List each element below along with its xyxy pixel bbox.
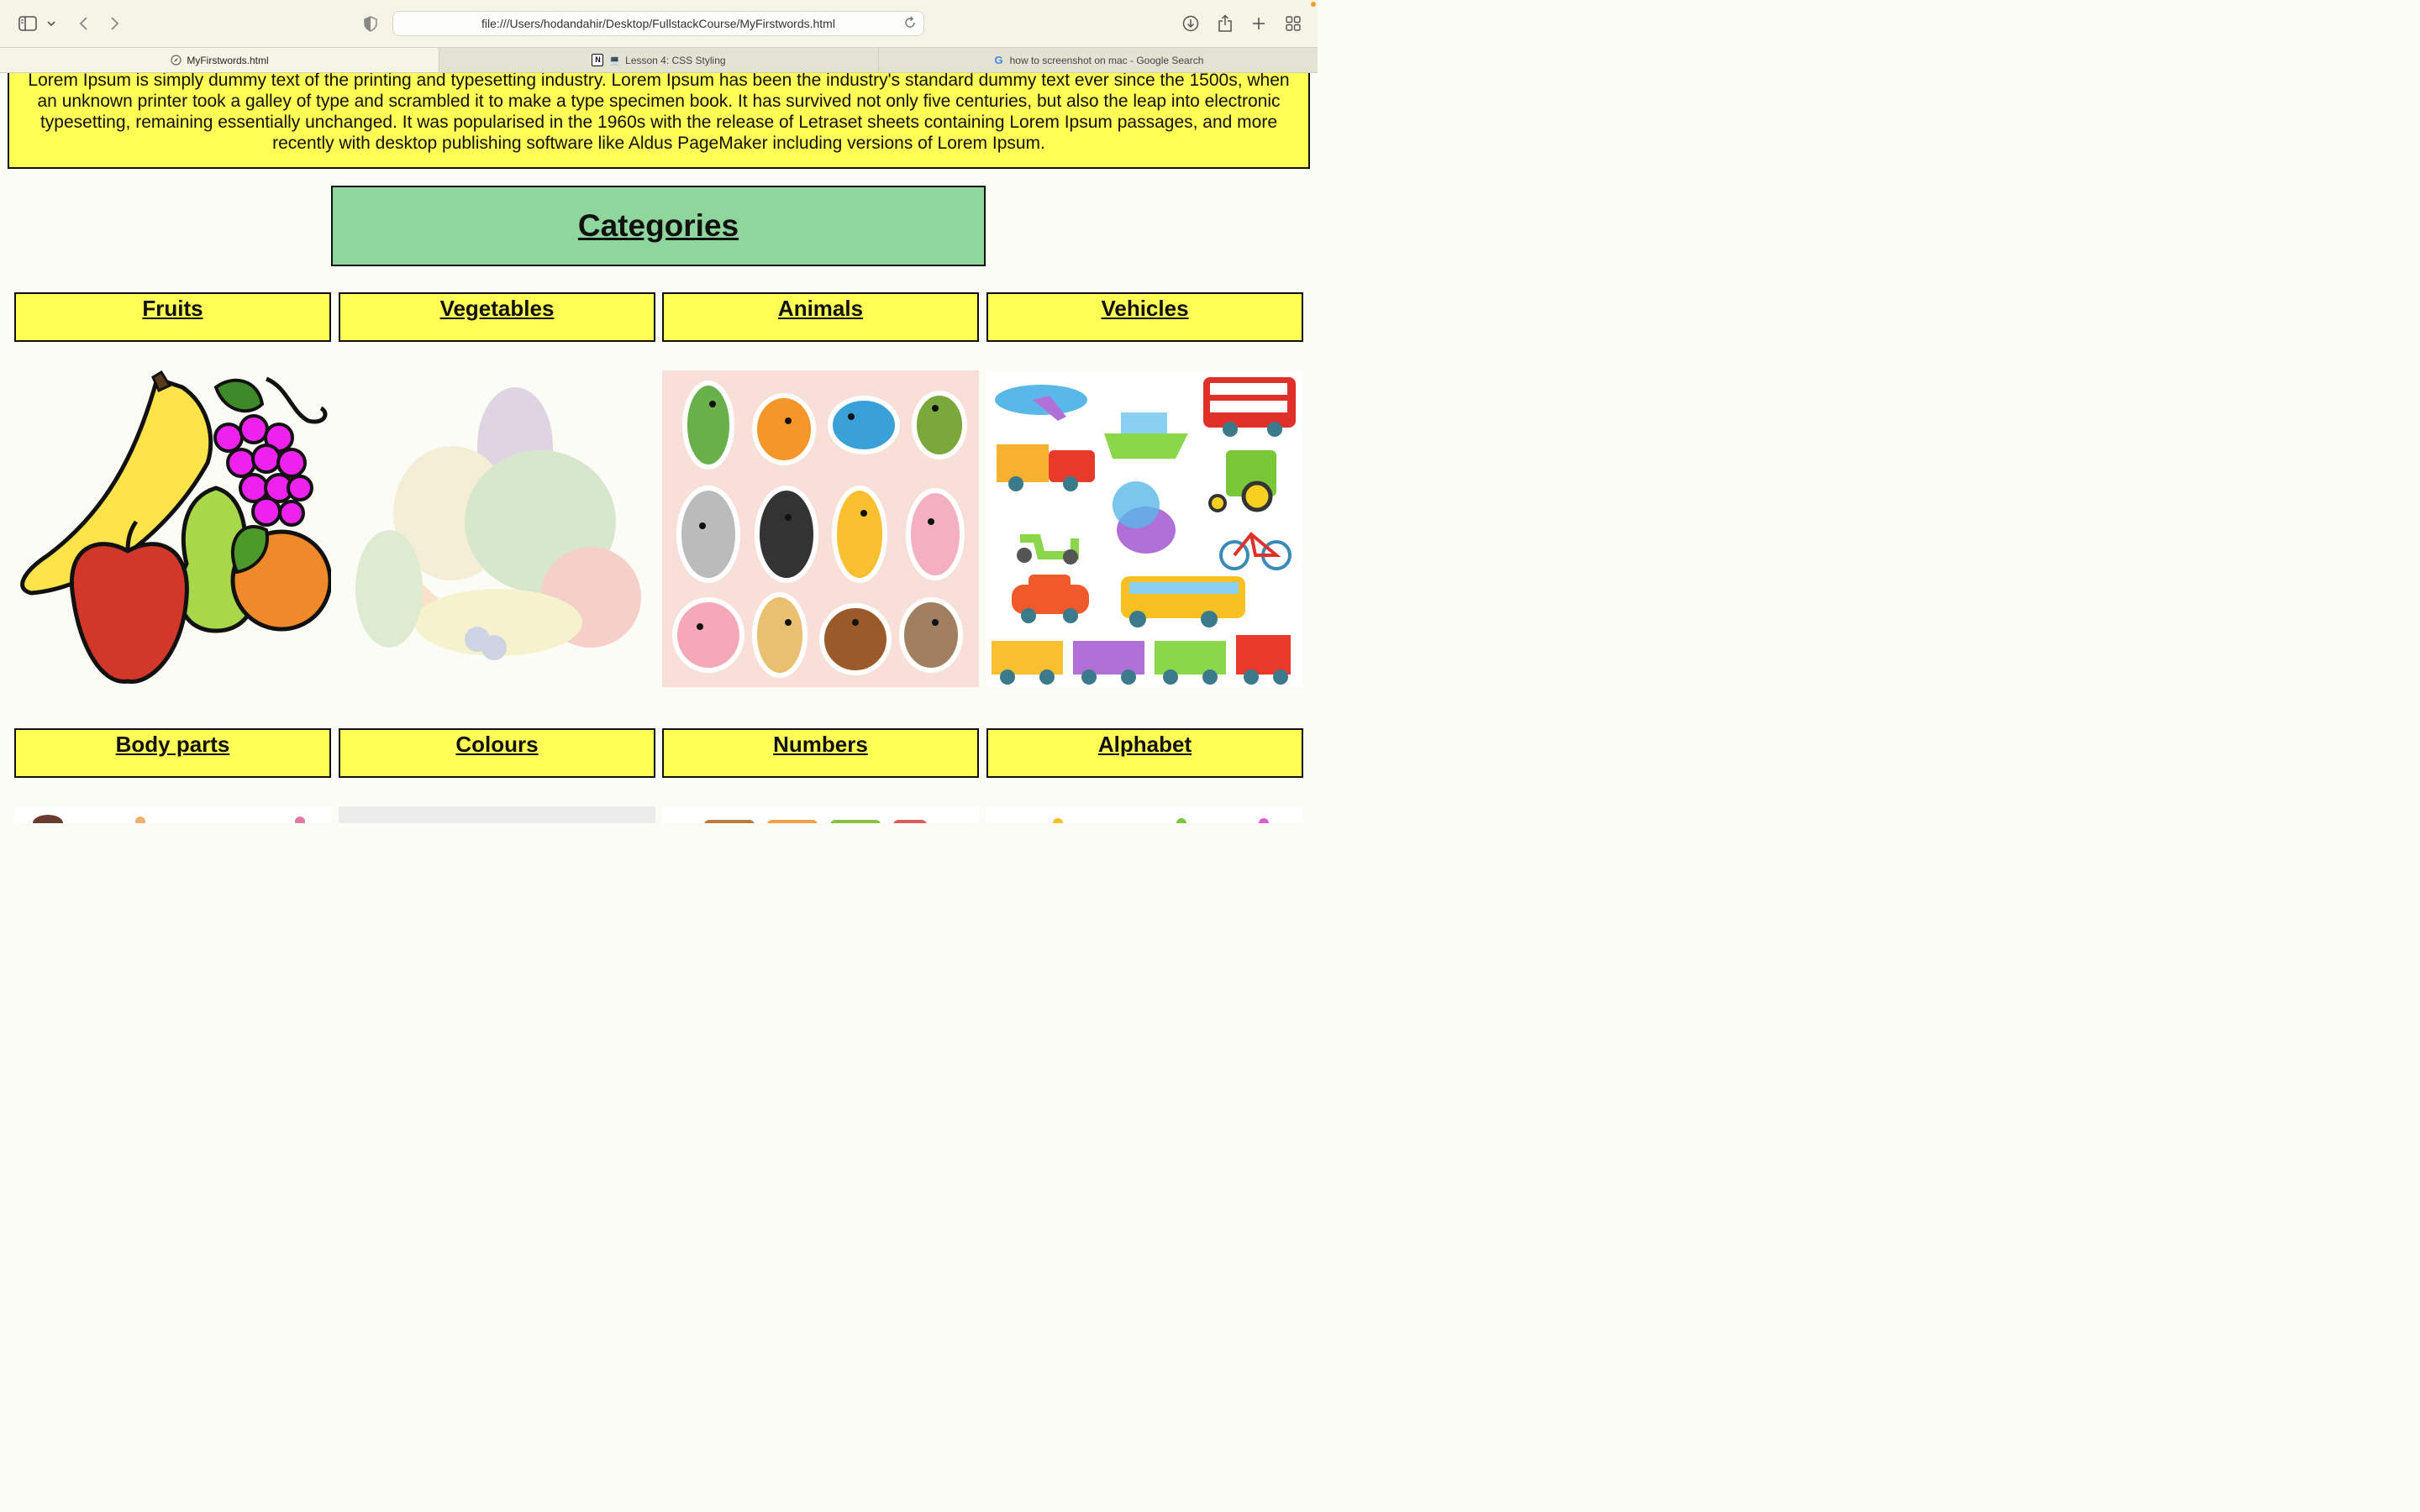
downloads-icon[interactable]: [1179, 12, 1202, 35]
new-tab-plus-icon[interactable]: [1247, 12, 1270, 35]
alphabet-image: [986, 806, 1303, 823]
body-parts-image: [14, 806, 331, 823]
forward-arrow-icon[interactable]: [103, 12, 127, 35]
sidebar-toggle-icon[interactable]: [16, 12, 39, 35]
tab-label: MyFirstwords.html: [187, 54, 269, 66]
tab-bar: MyFirstwords.html N 💻 Lesson 4: CSS Styl…: [0, 47, 1318, 73]
fruits-link[interactable]: Fruits: [142, 296, 203, 321]
reload-icon[interactable]: [903, 16, 917, 32]
categories-heading: Categories: [577, 208, 739, 243]
address-bar[interactable]: file:///Users/hodandahir/Desktop/Fullsta…: [392, 11, 924, 36]
google-icon: G: [994, 54, 1003, 66]
body-parts-link[interactable]: Body parts: [116, 732, 230, 757]
category-numbers: Numbers: [662, 728, 979, 778]
alphabet-link[interactable]: Alphabet: [1098, 732, 1192, 757]
url-text: file:///Users/hodandahir/Desktop/Fullsta…: [481, 17, 835, 30]
vegetables-image: [339, 370, 655, 687]
category-vegetables: Vegetables: [339, 292, 655, 342]
notion-icon: N: [592, 54, 604, 66]
category-colours: Colours: [339, 728, 655, 778]
animals-link[interactable]: Animals: [778, 296, 863, 321]
colours-image: [339, 806, 655, 823]
fruits-image: [14, 370, 331, 687]
browser-toolbar: file:///Users/hodandahir/Desktop/Fullsta…: [0, 0, 1318, 47]
category-alphabet: Alphabet: [986, 728, 1303, 778]
category-animals: Animals: [662, 292, 979, 342]
intro-paragraph-box: Lorem Ipsum is simply dummy text of the …: [8, 73, 1310, 169]
intro-text: Lorem Ipsum is simply dummy text of the …: [28, 73, 1290, 153]
compass-icon: [170, 55, 182, 66]
tab-myfirstwords[interactable]: MyFirstwords.html: [0, 48, 439, 72]
tab-label: Lesson 4: CSS Styling: [625, 54, 726, 66]
tab-google-search[interactable]: G how to screenshot on mac - Google Sear…: [879, 48, 1318, 72]
tab-overview-icon[interactable]: [1281, 12, 1305, 35]
animals-image: [662, 370, 979, 687]
laptop-emoji: 💻: [608, 55, 621, 66]
tab-label: how to screenshot on mac - Google Search: [1009, 54, 1204, 66]
page-viewport: Lorem Ipsum is simply dummy text of the …: [0, 73, 1318, 823]
category-vehicles: Vehicles: [986, 292, 1303, 342]
category-body-parts: Body parts: [14, 728, 331, 778]
vehicles-link[interactable]: Vehicles: [1101, 296, 1188, 321]
chevron-down-icon[interactable]: [42, 12, 60, 35]
categories-heading-box: Categories: [331, 186, 986, 266]
tab-lesson-4[interactable]: N 💻 Lesson 4: CSS Styling: [439, 48, 879, 72]
vegetables-link[interactable]: Vegetables: [440, 296, 555, 321]
vehicles-image: [986, 370, 1303, 687]
privacy-shield-icon[interactable]: [359, 12, 382, 35]
notification-dot: [1311, 2, 1316, 7]
numbers-image: [662, 806, 979, 823]
back-arrow-icon[interactable]: [71, 12, 95, 35]
category-fruits: Fruits: [14, 292, 331, 342]
share-icon[interactable]: [1213, 12, 1237, 35]
colours-link[interactable]: Colours: [455, 732, 538, 757]
numbers-link[interactable]: Numbers: [773, 732, 868, 757]
